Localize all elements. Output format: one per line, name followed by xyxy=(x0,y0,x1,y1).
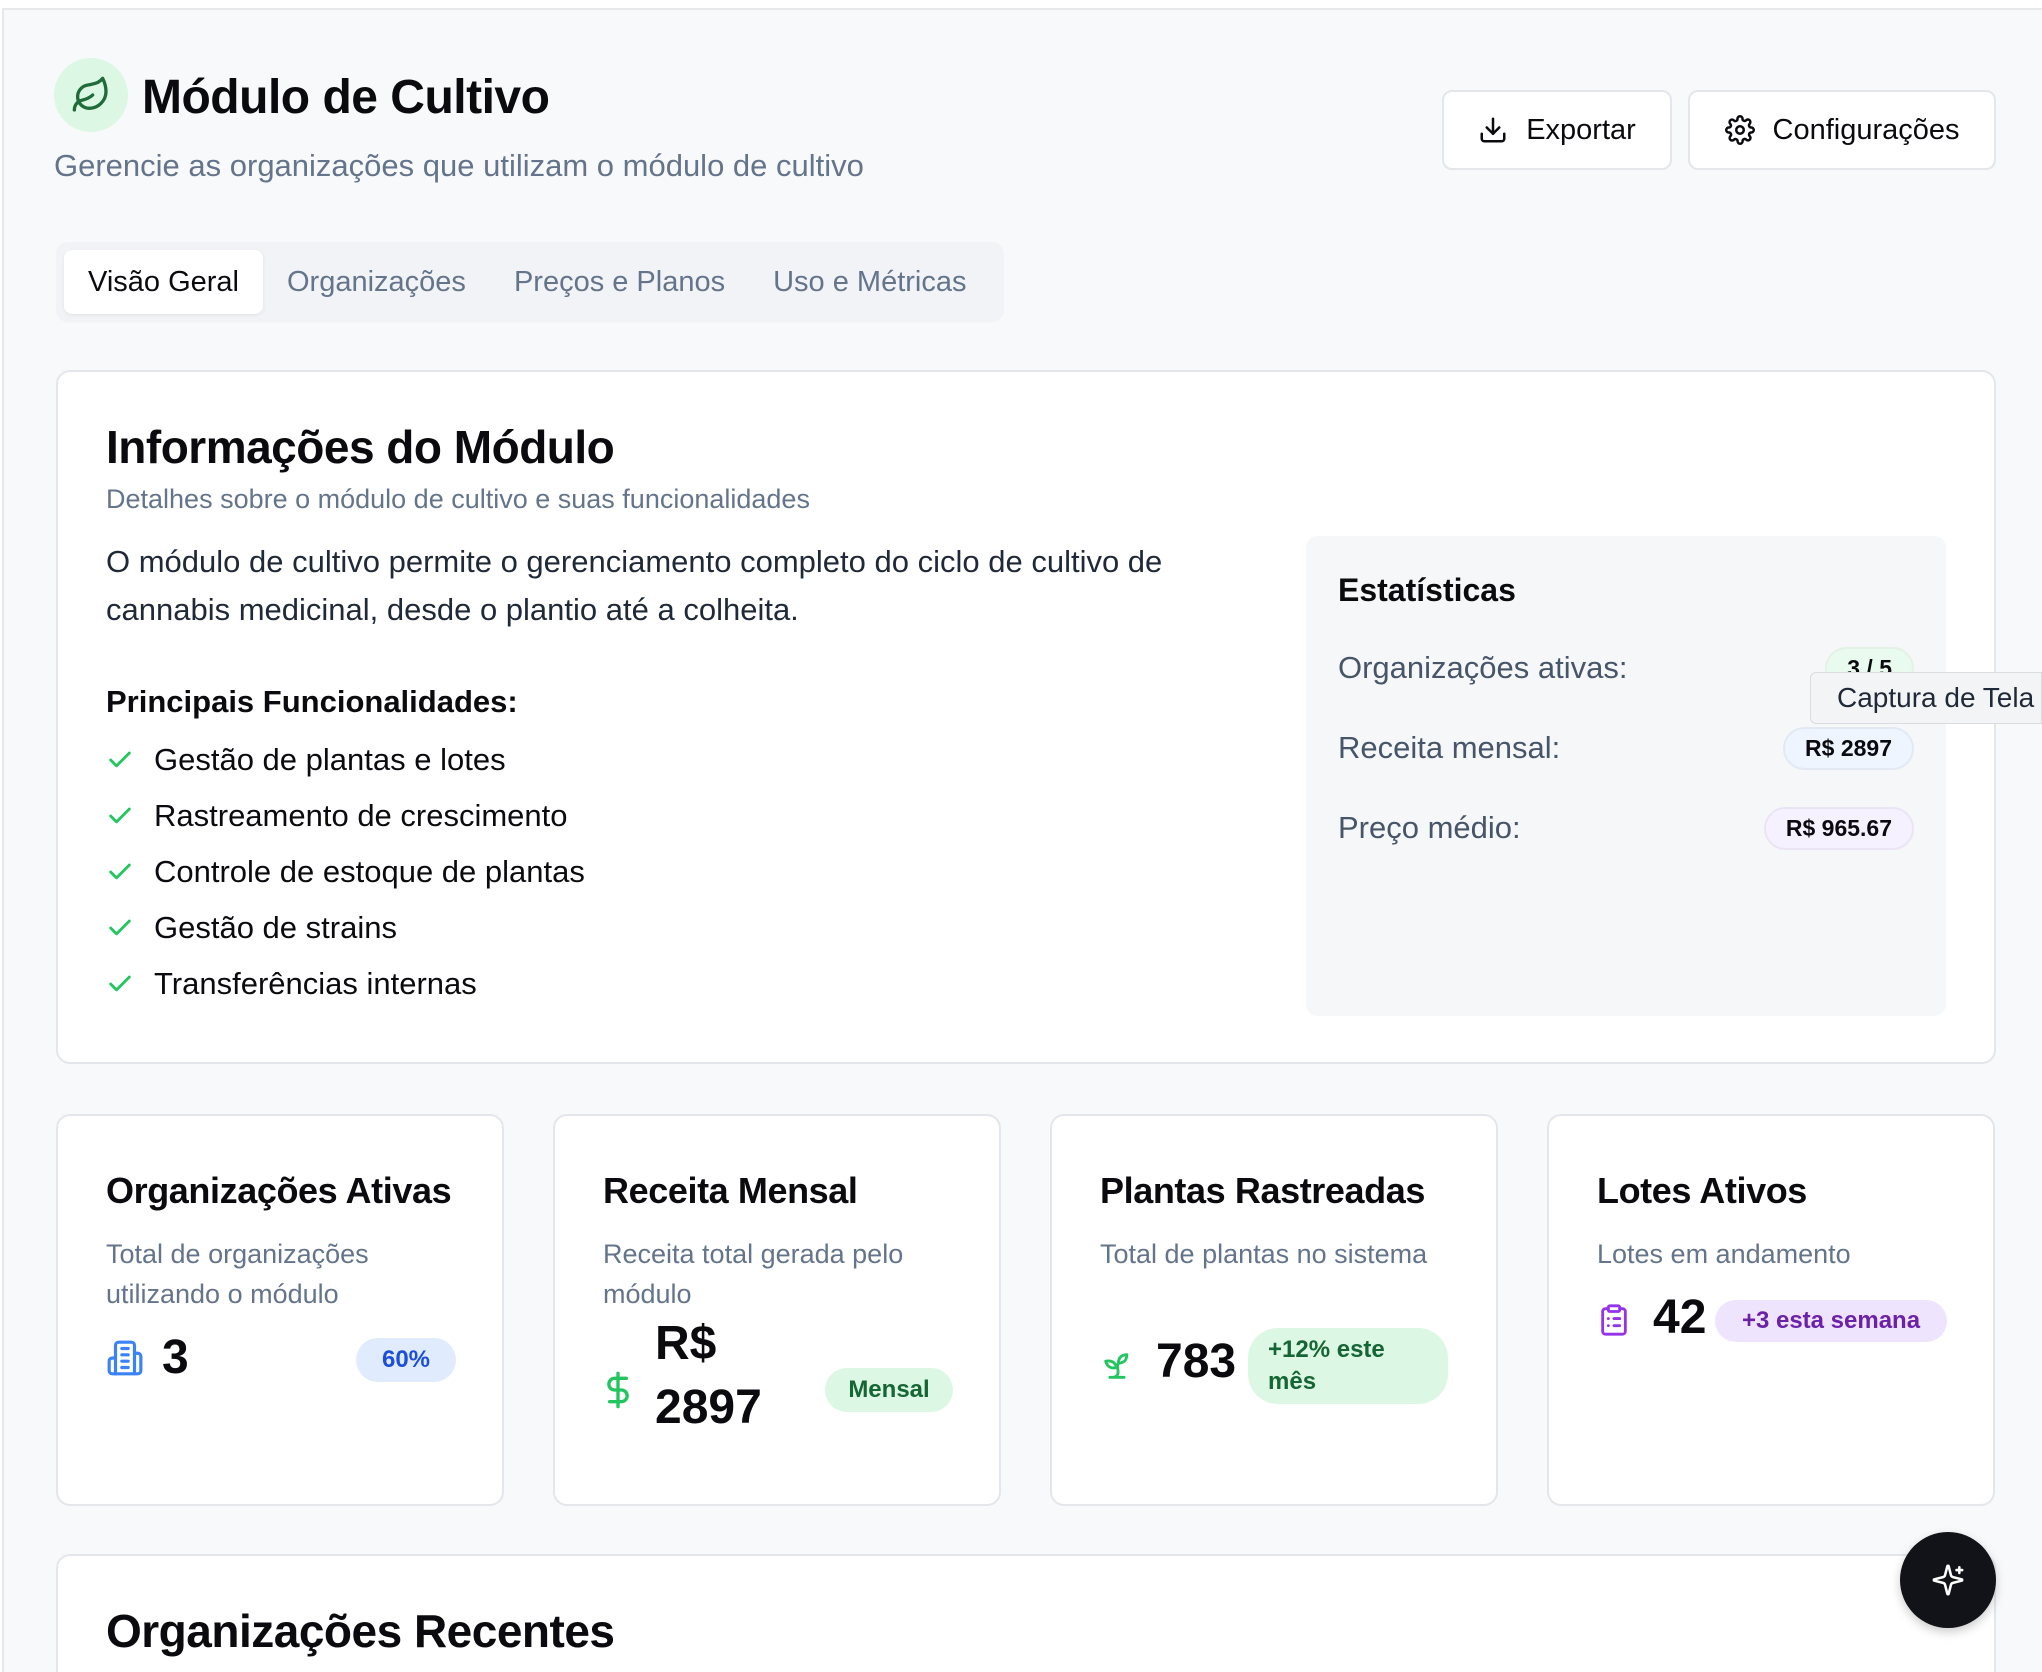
module-info-card: Informações do Módulo Detalhes sobre o m… xyxy=(56,370,1996,1064)
export-button[interactable]: Exportar xyxy=(1442,90,1672,170)
export-button-label: Exportar xyxy=(1526,113,1636,146)
building-icon xyxy=(107,1340,143,1376)
feature-item: Controle de estoque de plantas xyxy=(106,844,585,900)
gear-icon xyxy=(1724,115,1755,145)
module-info-description: Detalhes sobre o módulo de cultivo e sua… xyxy=(106,484,810,514)
statistics-panel: Estatísticas Organizações ativas: 3 / 5 … xyxy=(1306,536,1946,1016)
recent-organizations-card: Organizações Recentes xyxy=(56,1554,1996,1672)
metric-badge: Mensal xyxy=(825,1368,953,1412)
sprout-icon xyxy=(1104,1353,1129,1379)
tab-organizations[interactable]: Organizações xyxy=(263,250,490,314)
stat-row-monthly-revenue: Receita mensal: R$ 2897 xyxy=(1338,724,1914,772)
feature-item: Transferências internas xyxy=(106,956,585,1012)
metric-value: R$ 2897 xyxy=(655,1312,762,1440)
metric-badge: +12% este mês xyxy=(1248,1328,1448,1404)
metric-title: Organizações Ativas xyxy=(106,1170,452,1211)
features-title: Principais Funcionalidades: xyxy=(106,684,518,719)
metric-description: Total de plantas no sistema xyxy=(1100,1239,1428,1269)
metric-badge: +3 esta semana xyxy=(1715,1300,1947,1342)
metric-badge-line: mês xyxy=(1268,1368,1317,1395)
clipboard-icon xyxy=(1601,1304,1627,1336)
screenshot-tooltip: Captura de Tela xyxy=(1810,672,2042,724)
page-frame: Módulo de Cultivo Gerencie as organizaçõ… xyxy=(2,8,2042,1672)
feature-label: Transferências internas xyxy=(154,966,477,1001)
stat-label: Preço médio: xyxy=(1338,810,1521,845)
stat-badge: R$ 2897 xyxy=(1783,726,1914,770)
check-icon xyxy=(109,975,131,992)
metric-badge-line: +12% este xyxy=(1268,1336,1385,1363)
metric-card-monthly-revenue: Receita Mensal Receita total gerada pelo… xyxy=(553,1114,1001,1506)
metric-badge: 60% xyxy=(356,1338,456,1382)
ai-assistant-button[interactable] xyxy=(1900,1532,1996,1628)
statistics-title: Estatísticas xyxy=(1338,572,1516,608)
settings-button[interactable]: Configurações xyxy=(1688,90,1996,170)
feature-label: Gestão de plantas e lotes xyxy=(154,742,506,777)
metric-value: 3 xyxy=(162,1331,189,1384)
feature-item: Gestão de plantas e lotes xyxy=(106,732,585,788)
check-icon xyxy=(109,919,131,936)
module-info-body: O módulo de cultivo permite o gerenciame… xyxy=(106,544,1163,627)
check-icon xyxy=(109,751,131,768)
stat-label: Receita mensal: xyxy=(1338,730,1561,765)
metric-card-active-organizations: Organizações Ativas Total de organizaçõe… xyxy=(56,1114,504,1506)
metric-value: 783 xyxy=(1156,1335,1237,1388)
metric-description: Total de organizações utilizando o módul… xyxy=(106,1239,369,1309)
feature-label: Controle de estoque de plantas xyxy=(154,854,585,889)
dollar-icon xyxy=(607,1371,629,1409)
stat-label: Organizações ativas: xyxy=(1338,650,1628,685)
recent-organizations-title: Organizações Recentes xyxy=(106,1605,615,1657)
metric-value-currency: R$ xyxy=(655,1317,717,1370)
tab-bar: Visão Geral Organizações Preços e Planos… xyxy=(56,242,1004,322)
metric-title: Receita Mensal xyxy=(603,1170,858,1211)
feature-item: Gestão de strains xyxy=(106,900,585,956)
settings-button-label: Configurações xyxy=(1772,113,1960,146)
metric-description: Lotes em andamento xyxy=(1597,1239,1851,1269)
download-icon xyxy=(1480,117,1506,143)
metric-value: 42 xyxy=(1653,1291,1707,1344)
sparkles-icon xyxy=(1932,1564,1964,1596)
tab-pricing-plans[interactable]: Preços e Planos xyxy=(490,250,749,314)
metric-description: Receita total gerada pelo módulo xyxy=(603,1239,904,1309)
metric-card-active-lots: Lotes Ativos Lotes em andamento 42 +3 es… xyxy=(1547,1114,1995,1506)
tab-usage-metrics[interactable]: Uso e Métricas xyxy=(749,250,990,314)
metric-value-amount: 2897 xyxy=(655,1381,762,1434)
page-title: Módulo de Cultivo xyxy=(142,71,550,124)
metric-title: Plantas Rastreadas xyxy=(1100,1170,1425,1211)
feature-label: Rastreamento de crescimento xyxy=(154,798,568,833)
leaf-icon xyxy=(54,58,128,132)
stat-badge: R$ 965.67 xyxy=(1763,806,1914,850)
metric-title: Lotes Ativos xyxy=(1597,1170,1807,1211)
feature-label: Gestão de strains xyxy=(154,910,397,945)
tab-overview[interactable]: Visão Geral xyxy=(64,250,263,314)
stat-row-average-price: Preço médio: R$ 965.67 xyxy=(1338,804,1914,852)
module-info-title: Informações do Módulo xyxy=(106,421,615,473)
feature-item: Rastreamento de crescimento xyxy=(106,788,585,844)
check-icon xyxy=(109,807,131,824)
features-list: Gestão de plantas e lotes Rastreamento d… xyxy=(106,732,585,1012)
page-subtitle: Gerencie as organizações que utilizam o … xyxy=(54,148,864,183)
check-icon xyxy=(109,863,131,880)
metric-card-tracked-plants: Plantas Rastreadas Total de plantas no s… xyxy=(1050,1114,1498,1506)
